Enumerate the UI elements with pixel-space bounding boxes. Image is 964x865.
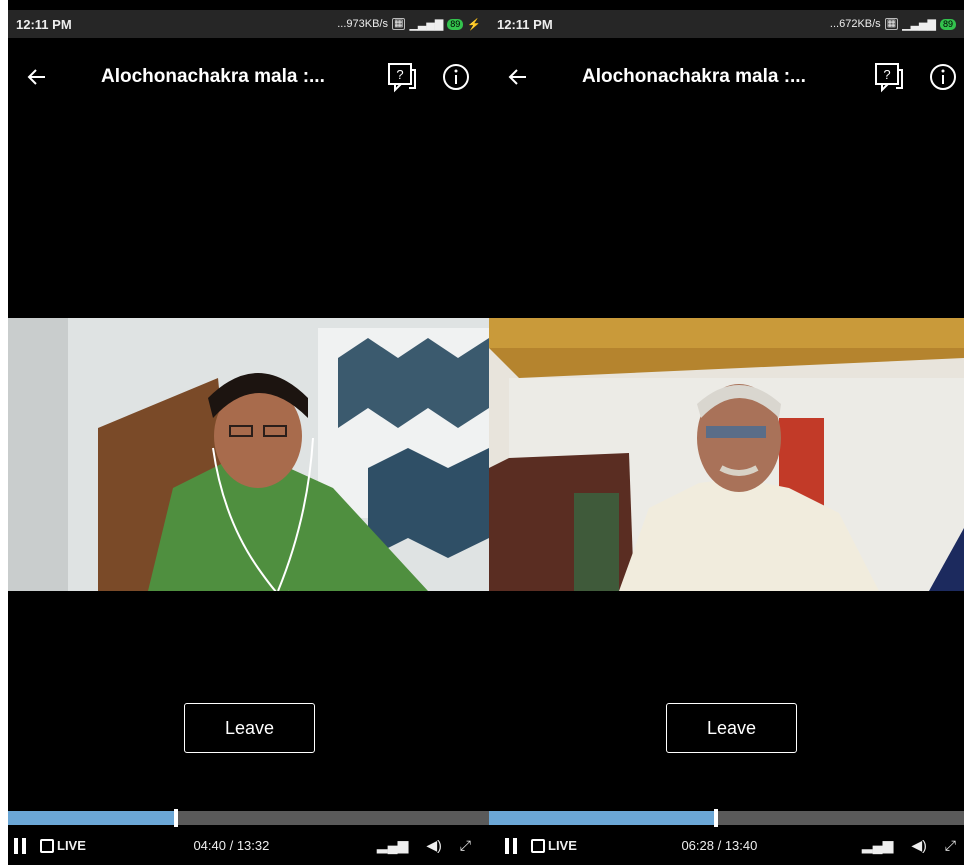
sim-icon: ▦ [884,18,899,30]
info-button[interactable] [435,56,477,98]
seek-handle[interactable] [713,809,718,827]
seek-progress [8,811,174,825]
network-speed: ...672KB/s [829,18,881,30]
volume-icon[interactable]: ◀) [911,837,926,854]
live-indicator-icon [40,838,54,853]
pause-icon[interactable] [503,837,523,854]
video-feed-man[interactable] [489,318,964,591]
back-button[interactable] [8,53,66,101]
back-arrow-icon [508,69,526,85]
leave-button[interactable]: Leave [184,703,315,753]
stream-panel-left: 12:11 PM ...973KB/s ▦ ▁▃▅▇ 89 ⚡ Alochona… [8,0,489,865]
status-bar: 12:11 PM ...973KB/s ▦ ▁▃▅▇ 89 ⚡ [8,10,489,38]
status-time: 12:11 PM [497,16,553,32]
seek-progress [489,811,714,825]
cell-signal-icon: ▁▃▅▇ [409,18,444,31]
network-speed: ...973KB/s [337,18,388,30]
player-controls: LIVE 06:28 / 13:40 ▂▄▆ ◀) ⤢ [489,826,964,865]
time-display: 06:28 / 13:40 [681,838,758,853]
volume-icon[interactable]: ◀) [426,837,441,854]
seek-handle[interactable] [173,809,178,827]
back-button[interactable] [489,53,547,101]
video-feed-woman[interactable] [8,318,489,591]
info-button[interactable] [922,56,964,98]
signal-icon[interactable]: ▂▄▆ [377,837,408,854]
time-display: 04:40 / 13:32 [193,838,270,853]
stream-panel-right: 12:11 PM ...672KB/s ▦ ▁▃▅▇ 89 Alochonach… [489,0,964,865]
live-button[interactable]: LIVE [531,838,577,853]
seek-bar[interactable] [8,809,489,827]
live-label: LIVE [57,838,86,853]
info-icon [443,64,469,90]
svg-text:?: ? [883,67,890,82]
cell-signal-icon: ▁▃▅▇ [902,18,936,31]
sim-icon: ▦ [391,18,406,30]
battery-icon: 89 [447,18,464,30]
status-time: 12:11 PM [16,16,72,32]
leave-button[interactable]: Leave [666,703,797,753]
question-chat-icon: ? [875,63,903,93]
status-bar: 12:11 PM ...672KB/s ▦ ▁▃▅▇ 89 [489,10,964,38]
info-icon [930,64,956,90]
stream-title: Alochonachakra mala :... [582,66,806,87]
svg-text:?: ? [396,67,403,82]
charging-icon: ⚡ [467,18,481,31]
app-bar: Alochonachakra mala :... ? [8,40,489,114]
qa-button[interactable]: ? [868,56,910,98]
player-controls: LIVE 04:40 / 13:32 ▂▄▆ ◀) ⤢ [8,826,489,865]
stream-title: Alochonachakra mala :... [101,66,325,87]
app-bar: Alochonachakra mala :... ? [489,40,964,114]
signal-icon[interactable]: ▂▄▆ [862,837,893,854]
qa-button[interactable]: ? [381,56,423,98]
seek-bar[interactable] [489,809,964,827]
live-button[interactable]: LIVE [40,838,86,853]
pause-icon[interactable] [12,837,32,854]
live-label: LIVE [548,838,577,853]
live-indicator-icon [531,838,545,853]
expand-icon[interactable]: ⤢ [460,837,471,854]
battery-icon: 89 [939,18,956,30]
expand-icon[interactable]: ⤢ [945,837,956,854]
question-chat-icon: ? [388,63,416,93]
back-arrow-icon [27,69,45,85]
